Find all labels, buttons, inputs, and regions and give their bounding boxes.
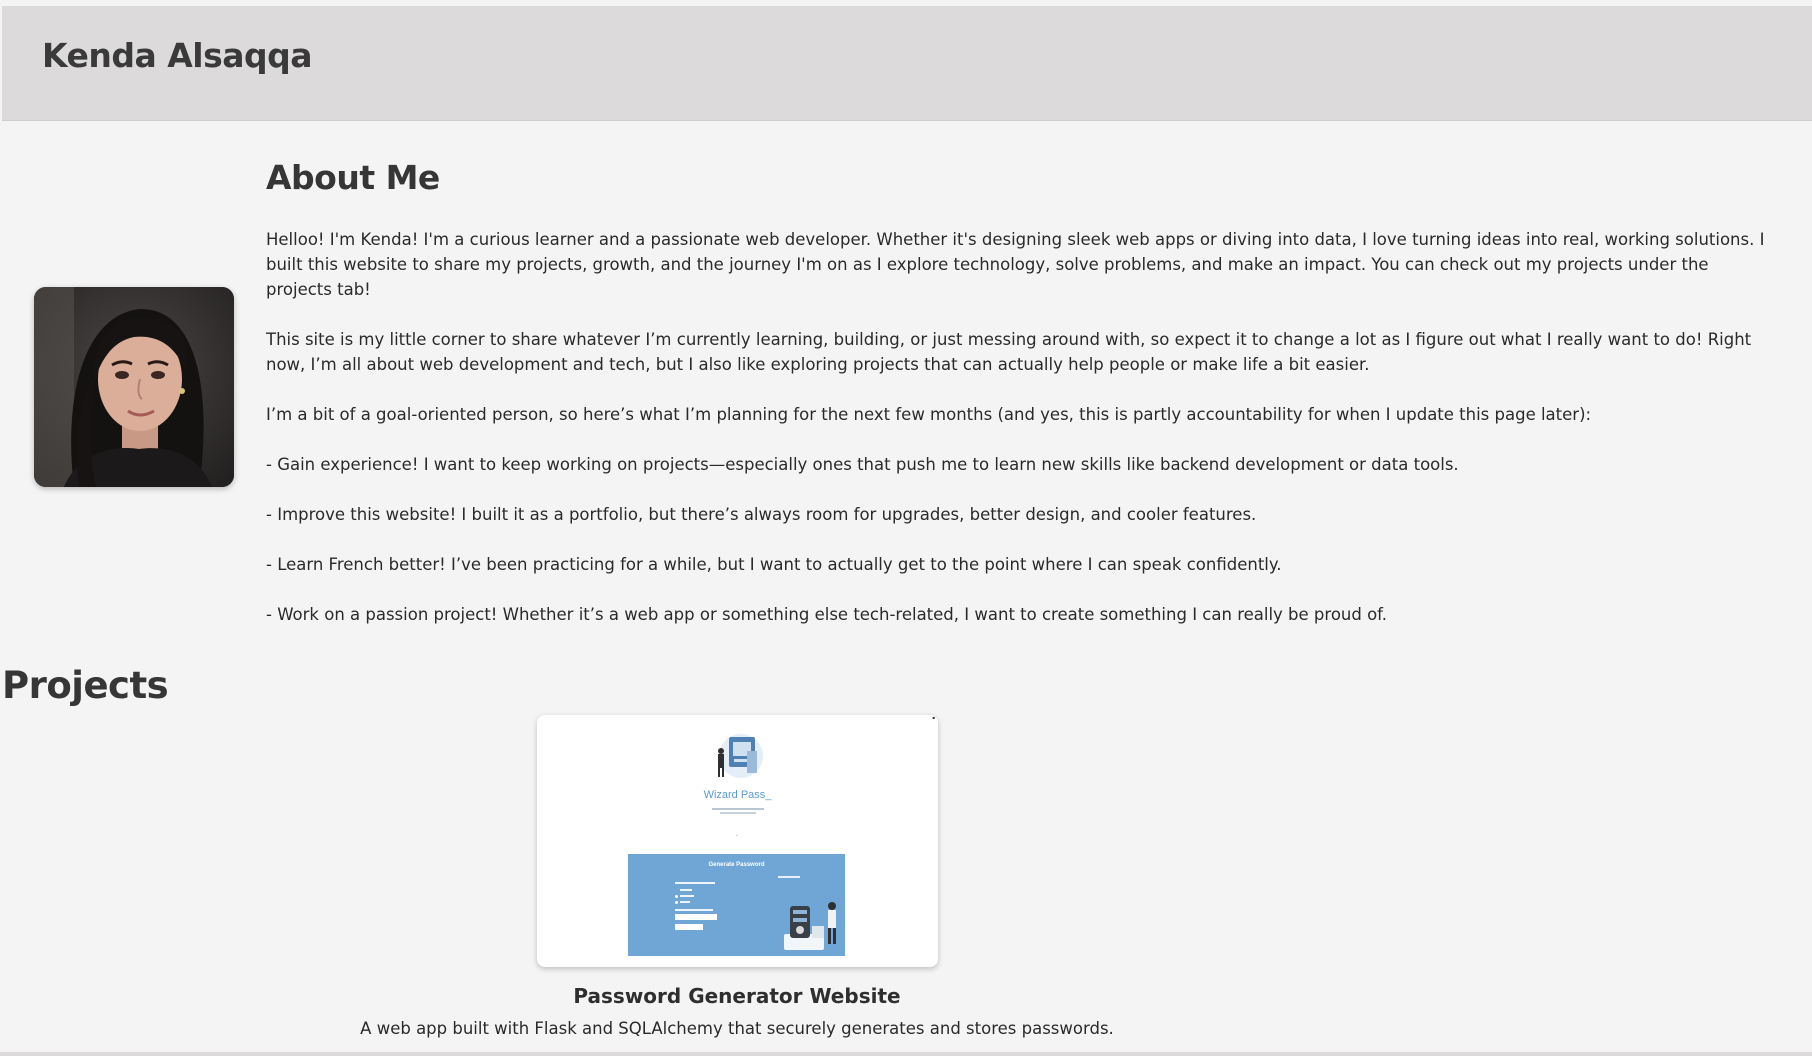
screenshot-form-label (675, 882, 715, 884)
screenshot-brand: Wizard Pass_ (703, 789, 772, 801)
screenshot-button (675, 924, 703, 930)
projects-heading: Projects (2, 664, 169, 707)
footer-divider (0, 1052, 1812, 1056)
about-paragraph-goals: I’m a bit of a goal-oriented person, so … (266, 405, 1592, 424)
site-title[interactable]: Kenda Alsaqqa (42, 36, 313, 75)
about-paragraph-intro: Helloo! I'm Kenda! I'm a curious learner… (266, 230, 1765, 299)
screenshot-radio (675, 901, 678, 904)
about-section: About Me Helloo! I'm Kenda! I'm a curiou… (266, 158, 1776, 652)
screenshot-nav-link: ▪ (932, 715, 935, 720)
screenshot-form-label (675, 909, 713, 911)
screenshot-option (680, 889, 692, 891)
goal-item: - Improve this website! I built it as a … (266, 505, 1257, 524)
wizard-illustration-icon (718, 734, 763, 778)
chevron-down-icon: ⌄ (735, 832, 740, 838)
goal-item: - Work on a passion project! Whether it’… (266, 605, 1388, 624)
screenshot-generator-panel: Generate Password (628, 854, 845, 956)
goal-item: - Learn French better! I’ve been practic… (266, 555, 1282, 574)
screenshot-option (680, 895, 694, 897)
project-title[interactable]: Password Generator Website (437, 984, 1037, 1008)
site-header: Kenda Alsaqqa (2, 6, 1812, 121)
profile-photo (34, 287, 234, 487)
profile-photo-image (34, 287, 234, 487)
about-paragraph-site: This site is my little corner to share w… (266, 330, 1752, 374)
screenshot-input (675, 914, 717, 920)
screenshot-link-line (778, 876, 800, 878)
screenshot-panel-title: Generate Password (708, 862, 765, 868)
project-description: A web app built with Flask and SQLAlchem… (360, 1019, 1114, 1038)
server-illustration-icon (784, 902, 836, 950)
screenshot-tagline-line (712, 808, 764, 810)
goal-item: - Gain experience! I want to keep workin… (266, 455, 1459, 474)
screenshot-tagline-line (720, 812, 756, 814)
about-heading: About Me (266, 158, 440, 197)
screenshot-option (680, 901, 690, 903)
project-card-password-generator[interactable]: ▪ Wizard Pass_ ⌄ Generate Password (537, 715, 938, 967)
screenshot-radio (675, 895, 678, 898)
